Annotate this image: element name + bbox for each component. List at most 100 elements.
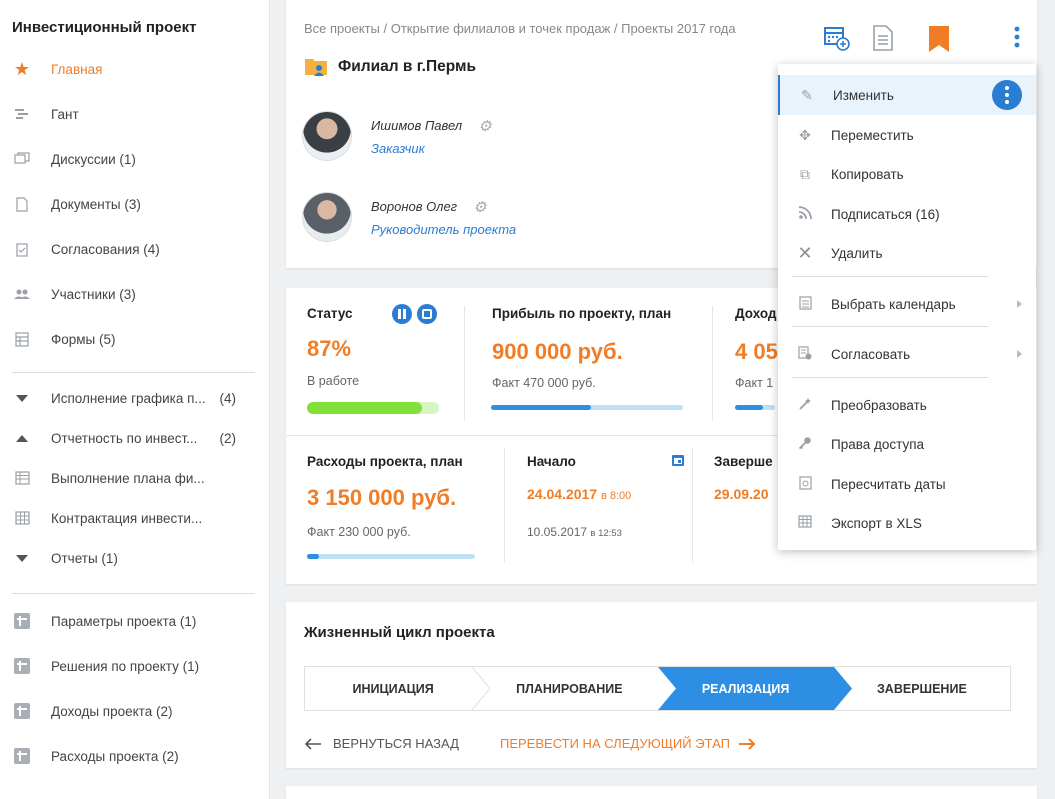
menu-item-label: Права доступа — [831, 436, 925, 452]
sidebar-item-documents[interactable]: Документы (3) — [0, 192, 270, 216]
breadcrumb[interactable]: Все проекты / Открытие филиалов и точек … — [304, 21, 736, 36]
sidebar-divider — [12, 372, 255, 373]
expenses-progress-fill — [307, 554, 319, 559]
sidebar-item-label: Исполнение графика п... — [51, 390, 206, 406]
recalc-icon — [796, 475, 814, 493]
sidebar-item-participants[interactable]: Участники (3) — [0, 282, 270, 306]
menu-item-label: Копировать — [831, 166, 904, 182]
menu-item-move[interactable]: ✥ Переместить — [778, 115, 1036, 155]
submenu-arrow-icon — [1017, 350, 1022, 358]
triangle-down-icon — [12, 548, 32, 568]
lifecycle-card: Жизненный цикл проекта ИНИЦИАЦИЯ ПЛАНИРО… — [286, 602, 1037, 768]
sidebar-item-decisions[interactable]: Решения по проекту (1) — [0, 654, 270, 678]
menu-item-label: Преобразовать — [831, 397, 927, 413]
arrow-right-icon — [738, 737, 756, 751]
triangle-up-icon — [12, 428, 32, 448]
sidebar-divider — [12, 593, 255, 594]
next-stage-button[interactable]: ПЕРЕВЕСТИ НА СЛЕДУЮЩИЙ ЭТАП — [500, 736, 756, 751]
person-manager: Воронов Олег ⚙ Руководитель проекта — [302, 192, 516, 242]
menu-item-copy[interactable]: ⧉ Копировать — [778, 154, 1036, 194]
avatar[interactable] — [302, 192, 352, 242]
menu-item-permissions[interactable]: Права доступа — [778, 424, 1036, 464]
person-role[interactable]: Заказчик — [371, 141, 492, 156]
income-progress-bar — [735, 405, 775, 410]
document-list-icon[interactable] — [871, 24, 895, 52]
menu-item-transform[interactable]: Преобразовать — [778, 385, 1036, 425]
sidebar-item-gantt[interactable]: Гант — [0, 102, 270, 126]
status-progress-bar — [307, 402, 439, 414]
star-icon: ★ — [13, 58, 31, 79]
project-folder-icon — [304, 56, 330, 78]
next-stage-label: ПЕРЕВЕСТИ НА СЛЕДУЮЩИЙ ЭТАП — [500, 736, 730, 751]
document-icon — [12, 194, 32, 214]
sidebar-item-approvals[interactable]: Согласования (4) — [0, 237, 270, 261]
gear-icon[interactable]: ⚙ — [473, 198, 486, 216]
stage-planning[interactable]: ПЛАНИРОВАНИЕ — [481, 667, 657, 710]
menu-divider — [792, 276, 988, 277]
sidebar-item-forms[interactable]: Формы (5) — [0, 327, 270, 351]
pause-icon[interactable] — [392, 304, 412, 324]
menu-item-recalc[interactable]: Пересчитать даты — [778, 464, 1036, 504]
menu-item-approve[interactable]: Согласовать — [778, 334, 1036, 374]
next-card — [286, 786, 1037, 799]
sidebar-item-home[interactable]: ★ Главная — [0, 57, 270, 81]
sidebar-item-report-plan[interactable]: Выполнение плана фи... — [0, 466, 270, 490]
end-label: Заверше — [714, 454, 773, 469]
table-icon — [796, 515, 814, 531]
stop-icon[interactable] — [417, 304, 437, 324]
rss-icon — [796, 205, 814, 223]
status-value: 87% — [307, 336, 352, 361]
stage-label: ЗАВЕРШЕНИЕ — [876, 681, 967, 696]
back-button[interactable]: ВЕРНУТЬСЯ НАЗАД — [304, 736, 459, 751]
menu-item-delete[interactable]: ✕ Удалить — [778, 233, 1036, 273]
sidebar-item-report-schedule[interactable]: Исполнение графика п... (4) — [0, 386, 270, 410]
sidebar-item-reports[interactable]: Отчеты (1) — [0, 546, 270, 570]
sidebar-item-params[interactable]: Параметры проекта (1) — [0, 609, 270, 633]
sidebar-item-label: Параметры проекта (1) — [51, 613, 197, 629]
divider — [692, 448, 693, 563]
gantt-icon — [12, 104, 32, 124]
approval-icon — [12, 239, 32, 259]
menu-item-label: Переместить — [831, 127, 914, 143]
person-role[interactable]: Руководитель проекта — [371, 222, 516, 237]
sidebar-item-label: Главная — [51, 61, 103, 77]
sidebar-item-label: Отчеты (1) — [51, 550, 118, 566]
sidebar-item-label: Отчетность по инвест... — [51, 430, 198, 446]
avatar[interactable] — [302, 111, 352, 161]
bookmark-icon[interactable] — [927, 24, 951, 54]
expenses-fact: Факт 230 000 руб. — [307, 525, 411, 539]
triangle-down-icon — [12, 388, 32, 408]
divider — [464, 306, 465, 421]
menu-item-edit[interactable]: ✎ Изменить — [778, 75, 1036, 115]
stage-implementation[interactable]: РЕАЛИЗАЦИЯ — [657, 667, 852, 710]
sidebar-item-report-invest[interactable]: Отчетность по инвест... (2) — [0, 426, 270, 450]
start-label: Начало — [527, 454, 576, 469]
discussion-icon — [12, 149, 32, 169]
status-progress-fill — [307, 402, 422, 414]
divider — [504, 448, 505, 563]
sidebar-item-label: Документы (3) — [51, 196, 141, 212]
menu-item-subscribe[interactable]: Подписаться (16) — [778, 194, 1036, 234]
menu-item-export-xls[interactable]: Экспорт в XLS — [778, 503, 1036, 543]
calendar-icon[interactable] — [671, 453, 685, 470]
approve-doc-icon — [796, 345, 814, 363]
calendar-list-icon — [796, 295, 814, 313]
project-name: Филиал в г.Пермь — [338, 58, 476, 75]
more-vertical-icon[interactable] — [1009, 24, 1025, 50]
sidebar-item-income[interactable]: Доходы проекта (2) — [0, 699, 270, 723]
sidebar-item-discussions[interactable]: Дискуссии (1) — [0, 147, 270, 171]
income-label: Доход — [735, 306, 777, 321]
more-vertical-icon[interactable] — [992, 80, 1022, 110]
calendar-add-icon[interactable] — [823, 24, 851, 52]
menu-item-calendar[interactable]: Выбрать календарь — [778, 284, 1036, 324]
arrow-left-icon — [304, 737, 322, 751]
sidebar-item-expenses[interactable]: Расходы проекта (2) — [0, 744, 270, 768]
expenses-label: Расходы проекта, план — [307, 454, 463, 469]
stage-initiation[interactable]: ИНИЦИАЦИЯ — [305, 667, 491, 710]
gear-icon[interactable]: ⚙ — [478, 117, 491, 135]
submenu-arrow-icon — [1017, 300, 1022, 308]
stage-completion[interactable]: ЗАВЕРШЕНИЕ — [834, 667, 1010, 710]
sidebar-item-count: (4) — [219, 390, 237, 406]
sidebar-item-report-contract[interactable]: Контрактация инвести... — [0, 506, 270, 530]
project-title: Филиал в г.Пермь — [304, 56, 476, 78]
